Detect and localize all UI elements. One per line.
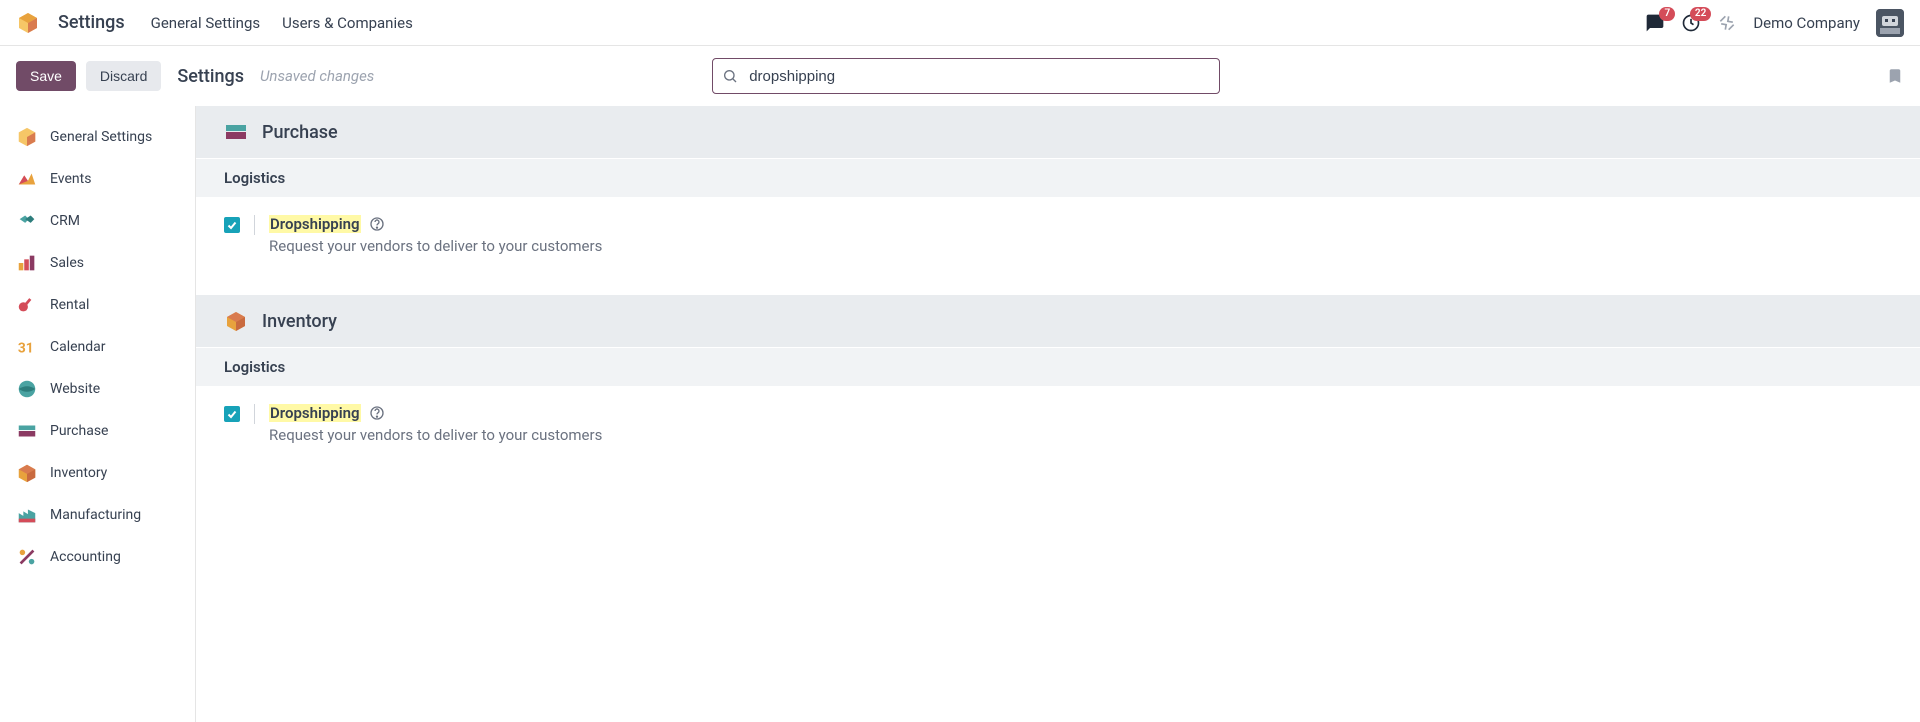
factory-icon — [16, 504, 38, 526]
top-nav: Settings General Settings Users & Compan… — [0, 0, 1920, 46]
menu-general-settings[interactable]: General Settings — [151, 14, 261, 32]
topnav-right: 7 22 Demo Company — [1645, 9, 1904, 37]
control-bar: Save Discard Settings Unsaved changes — [0, 46, 1920, 106]
messages-icon[interactable]: 7 — [1645, 13, 1665, 33]
sidebar-item-label: Rental — [50, 297, 89, 313]
sidebar-item-label: Purchase — [50, 423, 108, 439]
calendar-icon: 31 — [16, 336, 38, 358]
search-wrapper — [712, 58, 1220, 94]
search-input[interactable] — [712, 58, 1220, 94]
sidebar-item-label: Sales — [50, 255, 84, 271]
unsaved-indicator: Unsaved changes — [260, 67, 374, 85]
setting-body: Dropshipping Request your vendors to del… — [269, 404, 602, 444]
sidebar-item-label: Manufacturing — [50, 507, 141, 523]
section-header-logistics: Logistics — [196, 348, 1920, 386]
sidebar-item-general-settings[interactable]: General Settings — [0, 116, 195, 158]
module-header-inventory: Inventory — [196, 295, 1920, 348]
sidebar: General Settings Events CRM Sales Rental — [0, 106, 196, 722]
sidebar-item-website[interactable]: Website — [0, 368, 195, 410]
purchase-icon — [16, 420, 38, 442]
app-title: Settings — [58, 12, 125, 33]
help-icon[interactable] — [369, 405, 385, 421]
sidebar-item-events[interactable]: Events — [0, 158, 195, 200]
search-icon — [722, 68, 738, 84]
menu-users-companies[interactable]: Users & Companies — [282, 14, 413, 32]
sidebar-item-label: General Settings — [50, 129, 152, 145]
setting-title: Dropshipping — [269, 404, 361, 422]
setting-description: Request your vendors to deliver to your … — [269, 426, 602, 444]
bookmark-icon[interactable] — [1886, 66, 1904, 86]
sidebar-item-label: Accounting — [50, 549, 121, 565]
box-icon — [224, 309, 248, 333]
percent-icon — [16, 546, 38, 568]
topnav-left: Settings General Settings Users & Compan… — [16, 11, 413, 35]
sidebar-item-manufacturing[interactable]: Manufacturing — [0, 494, 195, 536]
sidebar-item-label: CRM — [50, 213, 80, 229]
sidebar-item-rental[interactable]: Rental — [0, 284, 195, 326]
activities-badge: 22 — [1690, 7, 1711, 21]
section-header-logistics: Logistics — [196, 159, 1920, 197]
setting-title-row: Dropshipping — [269, 404, 602, 422]
save-button[interactable]: Save — [16, 61, 76, 91]
sidebar-item-label: Calendar — [50, 339, 106, 355]
module-title: Inventory — [262, 311, 337, 332]
globe-icon — [16, 378, 38, 400]
sidebar-item-label: Events — [50, 171, 91, 187]
sidebar-item-inventory[interactable]: Inventory — [0, 452, 195, 494]
setting-checkbox-col — [224, 215, 255, 235]
main-layout: General Settings Events CRM Sales Rental — [0, 106, 1920, 722]
module-title: Purchase — [262, 122, 338, 143]
setting-row-dropshipping: Dropshipping Request your vendors to del… — [196, 197, 1920, 295]
messages-badge: 7 — [1659, 7, 1675, 21]
company-selector[interactable]: Demo Company — [1753, 14, 1860, 32]
setting-body: Dropshipping Request your vendors to del… — [269, 215, 602, 255]
bar-chart-icon — [16, 252, 38, 274]
handshake-icon — [16, 210, 38, 232]
box-icon — [16, 462, 38, 484]
svg-text:31: 31 — [18, 341, 34, 357]
app-logo-icon[interactable] — [16, 11, 40, 35]
activities-icon[interactable]: 22 — [1681, 13, 1701, 33]
help-icon[interactable] — [369, 216, 385, 232]
sidebar-item-crm[interactable]: CRM — [0, 200, 195, 242]
sidebar-item-label: Inventory — [50, 465, 107, 481]
sidebar-item-purchase[interactable]: Purchase — [0, 410, 195, 452]
purchase-icon — [224, 120, 248, 144]
module-header-purchase: Purchase — [196, 106, 1920, 159]
setting-title: Dropshipping — [269, 215, 361, 233]
breadcrumb: Settings — [177, 66, 244, 87]
sidebar-item-label: Website — [50, 381, 100, 397]
checkbox-dropshipping[interactable] — [224, 217, 240, 233]
sidebar-item-sales[interactable]: Sales — [0, 242, 195, 284]
key-icon — [16, 294, 38, 316]
sidebar-item-accounting[interactable]: Accounting — [0, 536, 195, 578]
content-area: Purchase Logistics Dropshipping Request … — [196, 106, 1920, 722]
setting-title-row: Dropshipping — [269, 215, 602, 233]
discard-button[interactable]: Discard — [86, 61, 161, 91]
setting-checkbox-col — [224, 404, 255, 424]
topnav-menu: General Settings Users & Companies — [151, 14, 413, 32]
checkbox-dropshipping[interactable] — [224, 406, 240, 422]
gear-hex-icon — [16, 126, 38, 148]
debug-icon[interactable] — [1717, 13, 1737, 33]
sidebar-item-calendar[interactable]: 31 Calendar — [0, 326, 195, 368]
setting-row-dropshipping: Dropshipping Request your vendors to del… — [196, 386, 1920, 484]
events-icon — [16, 168, 38, 190]
setting-description: Request your vendors to deliver to your … — [269, 237, 602, 255]
user-avatar[interactable] — [1876, 9, 1904, 37]
